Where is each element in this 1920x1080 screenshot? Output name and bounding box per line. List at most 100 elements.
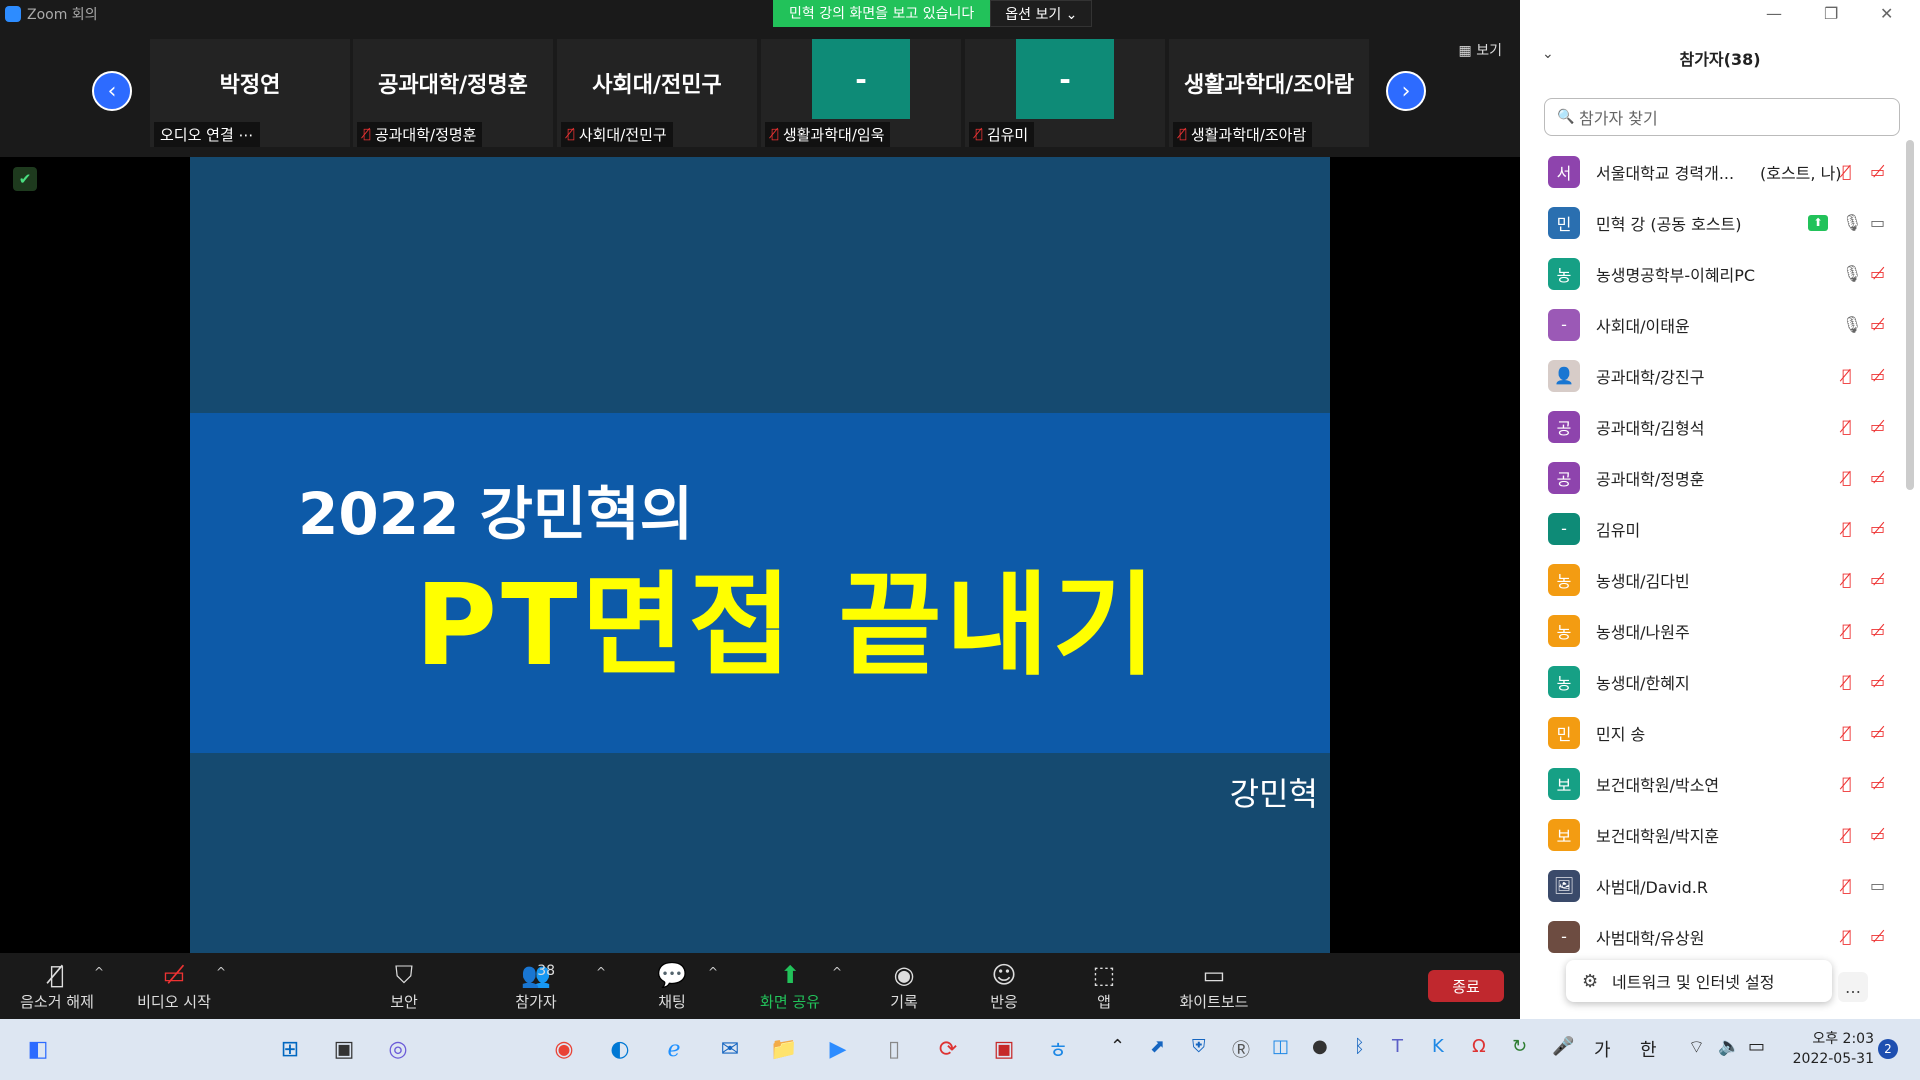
mic-muted-icon[interactable]: 🎙̸ (1842, 621, 1852, 640)
video-off-icon[interactable]: ▭̸ (1870, 162, 1885, 181)
battery-icon[interactable]: ▭ (1748, 1036, 1765, 1057)
zoom-taskbar-icon[interactable]: ▶ (822, 1033, 854, 1065)
app-icon[interactable]: ▣ (988, 1033, 1020, 1065)
notification-badge[interactable]: 2 (1878, 1039, 1898, 1059)
mic-muted-icon[interactable]: 🎙̸ (1842, 876, 1852, 895)
mic-muted-icon[interactable]: 🎙̸ (1842, 519, 1852, 538)
video-off-icon[interactable]: ▭̸ (1870, 672, 1885, 691)
previous-page-button[interactable]: ‹ (92, 71, 132, 111)
participant-row[interactable]: 민 민혁 강 (공동 호스트) ⬆ 🎙 ▭ (1520, 197, 1906, 248)
video-on-icon[interactable]: ▭ (1870, 213, 1885, 232)
participant-row[interactable]: - 사범대학/유상원 🎙̸ ▭̸ (1520, 911, 1906, 962)
wifi-icon[interactable]: ⌔ (1688, 1036, 1705, 1059)
video-thumb[interactable]: - 🎙̸ 김유미 (965, 39, 1165, 147)
whiteboard-button[interactable]: ▭ 화이트보드 (1176, 959, 1252, 1012)
video-off-icon[interactable]: ▭̸ (1870, 927, 1885, 946)
start-icon[interactable]: ⊞ (274, 1033, 306, 1065)
end-meeting-button[interactable]: 종료 (1428, 970, 1504, 1002)
tray-camera-icon[interactable]: ◫ (1272, 1036, 1289, 1057)
mic-on-icon[interactable]: 🎙 (1842, 213, 1862, 232)
participant-row[interactable]: 보 보건대학원/박지훈 🎙̸ ▭̸ (1520, 809, 1906, 860)
mic-on-icon[interactable]: 🎙 (1842, 264, 1862, 283)
hangul-app-icon[interactable]: ㅎ (1042, 1033, 1074, 1065)
tray-chat-icon[interactable]: ● (1312, 1036, 1328, 1057)
participant-row[interactable]: - 사회대/이태윤 🎙 ▭̸ (1520, 299, 1906, 350)
mic-muted-icon[interactable]: 🎙̸ (1842, 774, 1852, 793)
mic-on-icon[interactable]: 🎙 (1842, 315, 1862, 334)
unmute-button[interactable]: 🎙̸ 음소거 해제 ^ (14, 959, 104, 1012)
video-off-icon[interactable]: ▭̸ (1870, 774, 1885, 793)
mic-muted-icon[interactable]: 🎙̸ (1842, 417, 1852, 436)
participant-search-input[interactable]: 🔍 참가자 찾기 (1544, 98, 1900, 136)
microphone-icon[interactable]: 🎤 (1552, 1036, 1574, 1057)
record-button[interactable]: ◉ 기록 (884, 959, 924, 1012)
mic-muted-icon[interactable]: 🎙̸ (1842, 162, 1852, 181)
participants-button[interactable]: 👥 38 참가자 ^ (504, 959, 606, 1012)
sync-app-icon[interactable]: ⟳ (932, 1033, 964, 1065)
share-screen-button[interactable]: ⬆ 화면 공유 ^ (756, 959, 842, 1012)
participant-row[interactable]: 농 농생대/나원주 🎙̸ ▭̸ (1520, 605, 1906, 656)
restore-icon[interactable]: ❐ (1824, 4, 1838, 23)
audio-options-caret[interactable]: ^ (94, 965, 104, 979)
participant-row[interactable]: 공 공과대학/김형석 🎙̸ ▭̸ (1520, 401, 1906, 452)
network-settings-popup[interactable]: ⚙ 네트워크 및 인터넷 설정 (1566, 960, 1832, 1002)
mail-icon[interactable]: ✉ (714, 1033, 746, 1065)
mic-muted-icon[interactable]: 🎙̸ (1842, 366, 1852, 385)
tray-sync-icon[interactable]: ↻ (1512, 1036, 1527, 1057)
video-off-icon[interactable]: ▭̸ (1870, 366, 1885, 385)
chat-options-caret[interactable]: ^ (708, 965, 718, 979)
view-options-button[interactable]: 옵션 보기 ⌄ (990, 0, 1093, 27)
share-options-caret[interactable]: ^ (832, 965, 842, 979)
video-off-icon[interactable]: ▭̸ (1870, 570, 1885, 589)
mic-muted-icon[interactable]: 🎙̸ (1842, 570, 1852, 589)
bluetooth-icon[interactable]: ᛒ (1354, 1036, 1365, 1057)
participant-row[interactable]: 보 보건대학원/박소연 🎙̸ ▭̸ (1520, 758, 1906, 809)
video-thumb[interactable]: 공과대학/정명훈 🎙̸ 공과대학/정명훈 (353, 39, 553, 147)
apps-button[interactable]: ⬚ 앱 (1084, 959, 1124, 1012)
mic-muted-icon[interactable]: 🎙̸ (1842, 672, 1852, 691)
start-video-button[interactable]: ▭̸ 비디오 시작 ^ (134, 959, 226, 1012)
ime-lang-indicator[interactable]: 한 (1640, 1036, 1657, 1062)
document-icon[interactable]: ▯ (878, 1033, 910, 1065)
participant-row[interactable]: 농 농생명공학부-이혜리PC 🎙 ▭̸ (1520, 248, 1906, 299)
participant-row[interactable]: 👤 공과대학/강진구 🎙̸ ▭̸ (1520, 350, 1906, 401)
participant-row[interactable]: 공 공과대학/정명훈 🎙̸ ▭̸ (1520, 452, 1906, 503)
video-off-icon[interactable]: ▭̸ (1870, 417, 1885, 436)
reactions-button[interactable]: ☺ 반응 (984, 959, 1024, 1012)
teams-icon[interactable]: T (1392, 1036, 1403, 1057)
video-thumb[interactable]: - 🎙̸ 생활과학대/임욱 (761, 39, 961, 147)
video-thumb[interactable]: 박정연 오디오 연결 ⋯ (150, 39, 350, 147)
video-on-icon[interactable]: ▭ (1870, 876, 1885, 895)
participants-options-caret[interactable]: ^ (596, 965, 606, 979)
tray-app-icon[interactable]: ⬈ (1150, 1036, 1165, 1057)
file-explorer-icon[interactable]: 📁 (768, 1033, 800, 1065)
video-off-icon[interactable]: ▭̸ (1870, 723, 1885, 742)
video-options-caret[interactable]: ^ (216, 965, 226, 979)
chat-app-icon[interactable]: ◎ (382, 1033, 414, 1065)
participant-list-scrollbar[interactable] (1906, 140, 1914, 490)
video-thumb[interactable]: 생활과학대/조아람 🎙̸ 생활과학대/조아람 (1169, 39, 1369, 147)
widgets-icon[interactable]: ◧ (22, 1033, 54, 1065)
video-off-icon[interactable]: ▭̸ (1870, 264, 1885, 283)
video-off-icon[interactable]: ▭̸ (1870, 825, 1885, 844)
video-off-icon[interactable]: ▭̸ (1870, 621, 1885, 640)
more-button[interactable]: … (1838, 972, 1868, 1002)
minimize-icon[interactable]: — (1766, 4, 1782, 23)
show-hidden-icons[interactable]: ⌃ (1110, 1036, 1125, 1057)
edge-icon[interactable]: ◐ (604, 1033, 636, 1065)
tray-shield-icon[interactable]: ⛨ (1192, 1036, 1206, 1057)
close-icon[interactable]: ✕ (1880, 4, 1893, 23)
participant-row[interactable]: 농 농생대/한혜지 🎙̸ ▭̸ (1520, 656, 1906, 707)
system-clock[interactable]: 오후 2:03 2022-05-31 (1790, 1029, 1874, 1069)
task-view-icon[interactable]: ▣ (328, 1033, 360, 1065)
internet-explorer-icon[interactable]: ℯ (658, 1033, 690, 1065)
mic-muted-icon[interactable]: 🎙̸ (1842, 468, 1852, 487)
view-button[interactable]: ▦ 보기 (1459, 40, 1502, 60)
participant-row[interactable]: - 김유미 🎙̸ ▭̸ (1520, 503, 1906, 554)
video-off-icon[interactable]: ▭̸ (1870, 519, 1885, 538)
video-off-icon[interactable]: ▭̸ (1870, 468, 1885, 487)
mic-muted-icon[interactable]: 🎙̸ (1842, 927, 1852, 946)
security-button[interactable]: ⛉ 보안 (384, 959, 424, 1012)
chat-button[interactable]: 💬 채팅 ^ (652, 959, 718, 1012)
participant-row[interactable]: 농 농생대/김다빈 🎙̸ ▭̸ (1520, 554, 1906, 605)
